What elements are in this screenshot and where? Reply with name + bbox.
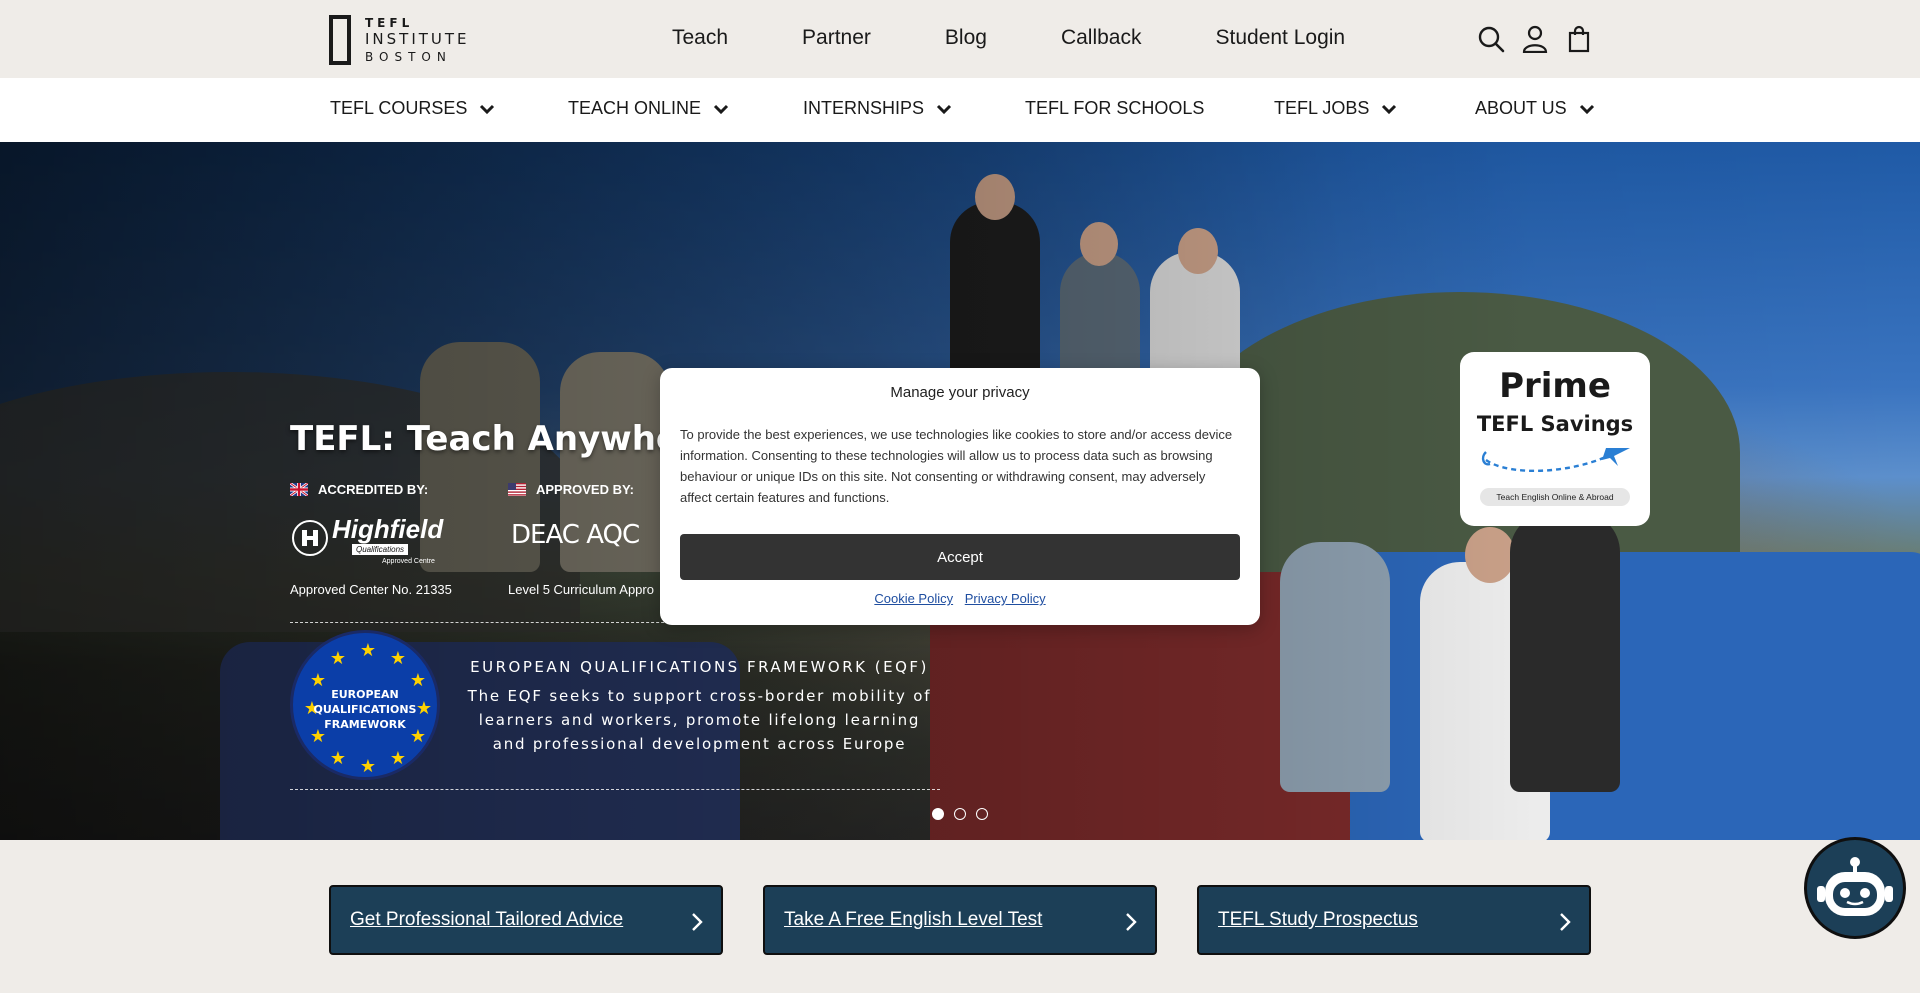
prime-savings-badge[interactable]: Prime TEFL Savings Teach English Online … bbox=[1460, 352, 1650, 526]
accredited-label-text: ACCREDITED BY: bbox=[318, 482, 429, 497]
prime-subtitle: TEFL Savings bbox=[1476, 412, 1634, 436]
laurel-icon bbox=[292, 520, 328, 556]
nav-tefl-courses[interactable]: TEFL COURSES bbox=[330, 98, 495, 119]
nav-label: TEACH ONLINE bbox=[568, 98, 702, 118]
top-header: TEFL INSTITUTE BOSTON Teach Partner Blog… bbox=[0, 0, 1920, 78]
top-nav-student-login[interactable]: Student Login bbox=[1216, 26, 1346, 50]
star-icon: ★ bbox=[359, 640, 377, 660]
nav-label: TEFL COURSES bbox=[330, 98, 468, 118]
privacy-consent-modal: Manage your privacy To provide the best … bbox=[660, 368, 1260, 625]
star-icon: ★ bbox=[359, 756, 377, 776]
eqf-description: The EQF seeks to support cross-border mo… bbox=[467, 687, 932, 753]
highfield-name: Highfield bbox=[332, 514, 444, 544]
eqf-badge-line: EUROPEAN bbox=[331, 688, 399, 701]
cta-label: Take A Free English Level Test bbox=[784, 909, 1043, 930]
slide-dot-2[interactable] bbox=[954, 808, 966, 820]
chevron-right-icon bbox=[692, 913, 703, 931]
search-icon[interactable] bbox=[1476, 24, 1506, 54]
logo-text: TEFL INSTITUTE BOSTON bbox=[365, 17, 470, 63]
star-icon: ★ bbox=[389, 648, 407, 668]
chevron-down-icon bbox=[480, 104, 495, 114]
nav-teach-online[interactable]: TEACH ONLINE bbox=[568, 98, 729, 119]
cta-label: TEFL Study Prospectus bbox=[1218, 909, 1418, 930]
slider-dots bbox=[932, 808, 998, 820]
airplane-icon bbox=[1481, 448, 1630, 472]
top-nav-callback[interactable]: Callback bbox=[1061, 26, 1142, 50]
logo-line-2: INSTITUTE bbox=[365, 30, 470, 48]
logo-line-3: BOSTON bbox=[365, 50, 452, 64]
user-icon[interactable] bbox=[1520, 24, 1550, 54]
eqf-badge: ★ ★ ★ ★ ★ ★ ★ ★ ★ ★ ★ ★ EUROPEAN QUALIFI… bbox=[290, 630, 440, 780]
top-nav: Teach Partner Blog Callback Student Logi… bbox=[672, 26, 1345, 50]
top-nav-partner[interactable]: Partner bbox=[802, 26, 871, 50]
modal-title: Manage your privacy bbox=[890, 384, 1030, 401]
eqf-badge-label: EUROPEAN QUALIFICATIONS FRAMEWORK bbox=[293, 687, 437, 732]
eqf-title: EUROPEAN QUALIFICATIONS FRAMEWORK (EQF) bbox=[470, 658, 929, 676]
modal-body-text: To provide the best experiences, we use … bbox=[680, 427, 1233, 505]
highfield-sub: Qualifications bbox=[352, 544, 409, 555]
accept-button[interactable]: Accept bbox=[680, 534, 1240, 580]
nav-internships[interactable]: INTERNSHIPS bbox=[803, 98, 952, 119]
study-prospectus-button[interactable]: TEFL Study Prospectus bbox=[1197, 885, 1591, 955]
site-logo[interactable]: TEFL INSTITUTE BOSTON bbox=[329, 14, 489, 66]
us-flag-icon bbox=[508, 483, 526, 496]
star-icon: ★ bbox=[329, 748, 347, 768]
nav-label: INTERNSHIPS bbox=[803, 98, 925, 118]
divider bbox=[290, 789, 940, 790]
uk-flag-icon bbox=[290, 483, 308, 496]
star-icon: ★ bbox=[329, 648, 347, 668]
modal-links: Cookie Policy Privacy Policy bbox=[660, 591, 1260, 606]
cta-label: Get Professional Tailored Advice bbox=[350, 909, 624, 930]
curriculum-approval-text: Level 5 Curriculum Appro bbox=[508, 582, 654, 597]
chevron-down-icon bbox=[936, 104, 952, 114]
logo-mark bbox=[329, 15, 351, 65]
robot-icon bbox=[1817, 857, 1893, 916]
slide-dot-3[interactable] bbox=[976, 808, 988, 820]
english-level-test-button[interactable]: Take A Free English Level Test bbox=[763, 885, 1157, 955]
eqf-badge-line: QUALIFICATIONS bbox=[313, 703, 417, 716]
deac-aqc-logos: DEAC AQC bbox=[511, 520, 640, 550]
accredited-by-label: ACCREDITED BY: bbox=[290, 482, 428, 497]
approved-by-label: APPROVED BY: bbox=[508, 482, 634, 497]
header-icons bbox=[1476, 24, 1594, 54]
chevron-down-icon bbox=[1579, 104, 1594, 114]
chevron-right-icon bbox=[1126, 913, 1137, 931]
privacy-policy-link[interactable]: Privacy Policy bbox=[965, 591, 1046, 606]
prime-title: Prime bbox=[1499, 366, 1611, 406]
highfield-tag: Approved Centre bbox=[382, 558, 435, 565]
shopping-bag-icon[interactable] bbox=[1564, 24, 1594, 54]
top-nav-blog[interactable]: Blog bbox=[945, 26, 987, 50]
nav-label: ABOUT US bbox=[1475, 98, 1567, 118]
logo-line-1: TEFL bbox=[365, 16, 414, 30]
nav-tefl-for-schools[interactable]: TEFL FOR SCHOOLS bbox=[1025, 98, 1204, 119]
slide-dot-1[interactable] bbox=[932, 808, 944, 820]
nav-label: TEFL FOR SCHOOLS bbox=[1025, 98, 1205, 118]
approved-center-number: Approved Center No. 21335 bbox=[290, 582, 452, 597]
star-icon: ★ bbox=[389, 748, 407, 768]
tailored-advice-button[interactable]: Get Professional Tailored Advice bbox=[329, 885, 723, 955]
main-nav: TEFL COURSES TEACH ONLINE INTERNSHIPS TE… bbox=[0, 78, 1920, 142]
chevron-down-icon bbox=[713, 104, 729, 114]
top-nav-teach[interactable]: Teach bbox=[672, 26, 728, 50]
chatbot-button[interactable] bbox=[1804, 837, 1906, 939]
cookie-policy-link[interactable]: Cookie Policy bbox=[874, 591, 953, 606]
nav-tefl-jobs[interactable]: TEFL JOBS bbox=[1274, 98, 1397, 119]
nav-about-us[interactable]: ABOUT US bbox=[1475, 98, 1595, 119]
prime-pill: Teach English Online & Abroad bbox=[1480, 488, 1630, 506]
highfield-logo: Highfield Qualifications Approved Centre bbox=[290, 514, 444, 566]
nav-label: TEFL JOBS bbox=[1274, 98, 1370, 118]
chevron-right-icon bbox=[1560, 913, 1571, 931]
chevron-down-icon bbox=[1382, 104, 1397, 114]
approved-label-text: APPROVED BY: bbox=[536, 482, 634, 497]
eqf-badge-line: FRAMEWORK bbox=[324, 718, 406, 731]
